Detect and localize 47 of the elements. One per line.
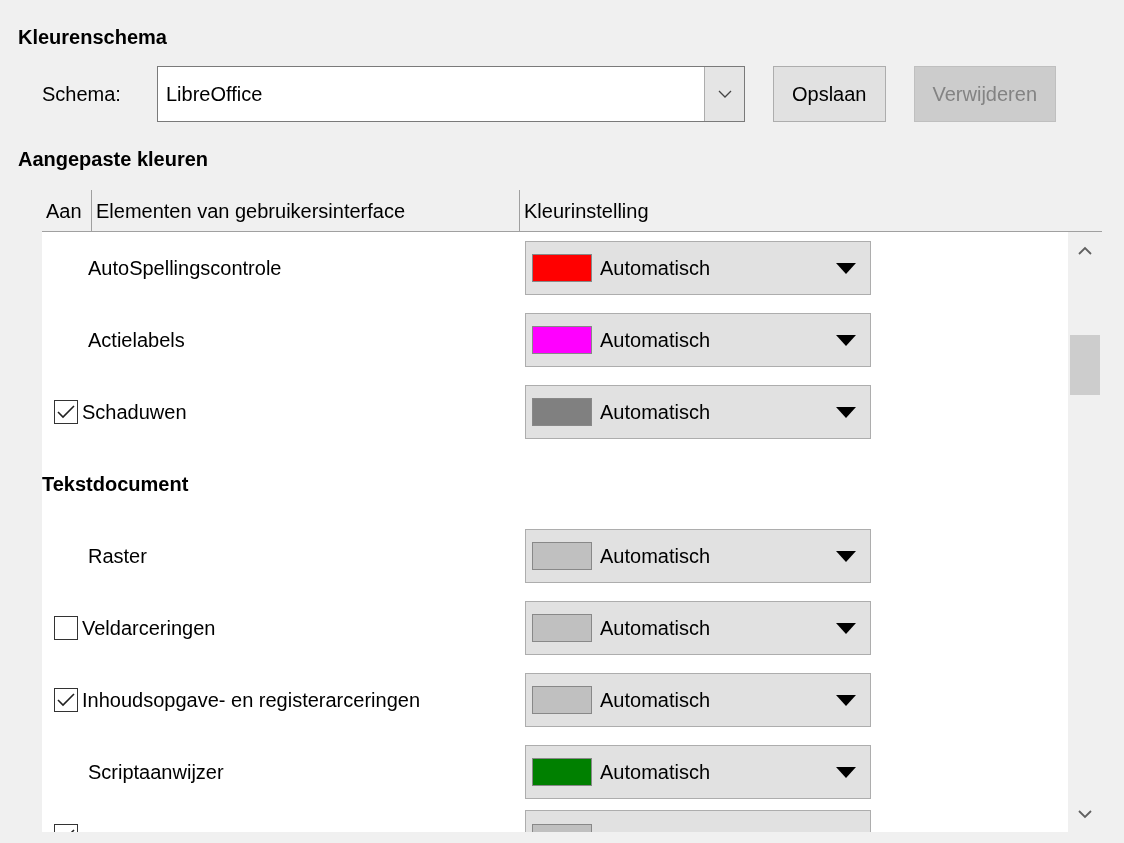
element-label: AutoSpellingscontrole	[88, 256, 282, 281]
element-label: Veldarceringen	[82, 616, 216, 641]
element-label: Schaduwen	[82, 400, 187, 425]
dropdown-value: Automatisch	[600, 256, 712, 281]
caret-icon	[836, 550, 856, 562]
scroll-down-icon	[1078, 810, 1092, 819]
checkbox[interactable]	[54, 400, 78, 424]
element-label: Actielabels	[88, 328, 185, 353]
dropdown-value: LibreOffice	[166, 82, 263, 107]
section-title: Aangepaste kleuren	[18, 147, 210, 172]
chevron-down-icon	[717, 90, 732, 98]
scheme-dropdown[interactable]: LibreOffice	[157, 66, 745, 122]
caret-icon	[836, 622, 856, 634]
scrollbar-thumb[interactable]	[1070, 335, 1100, 395]
color-dropdown[interactable]: Automatisch	[525, 385, 871, 439]
dropdown-value: Automatisch	[600, 400, 712, 425]
dropdown-value: Automatisch	[600, 544, 712, 569]
color-dropdown[interactable]: Automatisch	[525, 673, 871, 727]
column-header: Elementen van gebruikersinterface	[92, 190, 520, 231]
checkmark-icon	[57, 693, 75, 707]
save-button[interactable]: Opslaan	[773, 66, 886, 122]
color-dropdown[interactable]: Automatisch	[525, 529, 871, 583]
dropdown-value: Automatisch	[600, 688, 712, 713]
column-header: Kleurinstelling	[523, 198, 650, 224]
dropdown-value: Automatisch	[600, 760, 712, 785]
section-title: Kleurenschema	[18, 25, 168, 50]
caret-icon	[836, 406, 856, 418]
color-dropdown[interactable]: Automatisch	[525, 313, 871, 367]
checkmark-icon	[57, 405, 75, 419]
column-header: Aan	[42, 190, 92, 231]
element-label: Scriptaanwijzer	[88, 760, 224, 785]
element-label: Raster	[88, 544, 147, 569]
dropdown-value: Automatisch	[600, 328, 712, 353]
caret-icon	[836, 334, 856, 346]
caret-icon	[836, 262, 856, 274]
color-dropdown[interactable]: Automatisch	[525, 241, 871, 295]
caret-icon	[836, 766, 856, 778]
caret-icon	[836, 694, 856, 706]
dropdown-value: Automatisch	[600, 616, 712, 641]
checkbox[interactable]	[54, 688, 78, 712]
checkbox[interactable]	[54, 616, 78, 640]
group-heading: Tekstdocument	[42, 472, 189, 497]
field-label: Schema:	[42, 82, 122, 107]
element-label: Inhoudsopgave- en registerarceringen	[82, 688, 420, 713]
color-dropdown[interactable]: Automatisch	[525, 745, 871, 799]
scroll-up-icon	[1078, 246, 1092, 255]
color-dropdown[interactable]: Automatisch	[525, 601, 871, 655]
